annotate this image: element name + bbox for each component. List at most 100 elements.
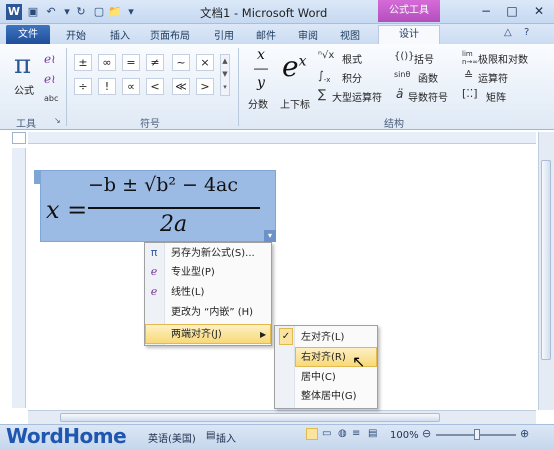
symbol-greater-than[interactable]: > (196, 78, 214, 95)
symbol-gallery-more-icon[interactable]: ▲ ▼ ▾ (220, 54, 230, 96)
submenu-arrow-icon: ▶ (260, 330, 267, 339)
collapse-ribbon-icon[interactable]: △ (504, 27, 512, 38)
undo-dropdown-icon[interactable]: ▾ (60, 5, 74, 19)
symbol-much-less[interactable]: ≪ (172, 78, 190, 95)
minimize-button[interactable]: − (474, 2, 498, 20)
customize-quick-access-icon[interactable]: ▾ (124, 5, 138, 19)
symbol-less-than[interactable]: < (146, 78, 164, 95)
checkmark-icon: ✓ (279, 328, 293, 345)
operator-icon[interactable]: ≙ (464, 69, 473, 82)
accent-icon[interactable]: ä (396, 87, 403, 101)
bracket-label[interactable]: 括号 (414, 51, 434, 66)
maximize-button[interactable]: □ (500, 2, 524, 20)
equation-button-label[interactable]: 公式 (14, 82, 34, 97)
equation-lhs: x = (46, 196, 88, 224)
radical-label[interactable]: 根式 (342, 51, 362, 66)
limit-label[interactable]: 极限和对数 (478, 51, 528, 66)
print-layout-view-icon[interactable] (306, 428, 318, 440)
insert-mode-status[interactable]: 插入 (216, 430, 236, 445)
tab-design[interactable]: 设计 (378, 25, 440, 45)
normal-text-icon[interactable]: abc (44, 94, 58, 103)
draft-view-icon[interactable]: ▤ (368, 428, 377, 439)
zoom-level[interactable]: 100% (390, 430, 419, 441)
integral-icon[interactable]: ∫-x (318, 69, 330, 84)
matrix-icon[interactable]: [⁚⁚] (462, 87, 478, 100)
vertical-scrollbar-thumb[interactable] (541, 160, 551, 360)
limit-icon[interactable]: lim n→∞ (462, 50, 478, 66)
tab-selector[interactable] (12, 132, 26, 144)
close-button[interactable]: ✕ (526, 2, 552, 20)
tab-references[interactable]: 引用 (214, 27, 234, 42)
bracket-icon[interactable]: {()} (394, 51, 415, 62)
symbol-factorial[interactable]: ! (98, 78, 116, 95)
symbol-equals[interactable]: = (122, 54, 140, 71)
integral-label[interactable]: 积分 (342, 70, 362, 85)
tab-file[interactable]: 文件 (6, 25, 50, 44)
help-icon[interactable]: ? (524, 27, 529, 38)
matrix-label[interactable]: 矩阵 (486, 89, 506, 104)
linear-format-icon[interactable]: ℯ≀ (44, 72, 56, 86)
tab-home[interactable]: 开始 (66, 27, 86, 42)
script-label[interactable]: 上下标 (280, 96, 310, 111)
equation-denominator: 2a (160, 212, 188, 237)
menu-item-change-to-inline[interactable]: 更改为 “内嵌” (H) (145, 303, 271, 322)
open-folder-icon[interactable]: 📁 (108, 5, 122, 19)
save-icon[interactable]: ▣ (26, 5, 40, 19)
equation-move-handle[interactable] (34, 170, 40, 184)
symbol-proportional[interactable]: ∝ (122, 78, 140, 95)
tab-review[interactable]: 审阅 (298, 27, 318, 42)
horizontal-ruler[interactable] (28, 132, 536, 144)
tools-dialog-launcher-icon[interactable]: ↘ (54, 116, 61, 125)
save-equation-icon: π (150, 246, 158, 259)
operator-label[interactable]: 运算符 (478, 70, 508, 85)
symbol-infinity[interactable]: ∞ (98, 54, 116, 71)
vertical-ruler[interactable] (12, 148, 26, 408)
menu-item-align-left[interactable]: ✓ 左对齐(L) (275, 328, 377, 347)
script-icon[interactable]: ex (282, 50, 306, 83)
document-check-icon[interactable]: ▤ (206, 430, 215, 441)
menu-item-linear[interactable]: ℯ 线性(L) (145, 283, 271, 302)
function-icon[interactable]: sinθ (394, 70, 410, 79)
tab-view[interactable]: 视图 (340, 27, 360, 42)
zoom-slider-thumb[interactable] (474, 429, 480, 440)
undo-icon[interactable]: ↶ (44, 5, 58, 19)
radical-icon[interactable]: ⁿ√x (318, 50, 334, 61)
symbol-tilde[interactable]: ~ (172, 54, 190, 71)
large-operator-label[interactable]: 大型运算符 (332, 89, 382, 104)
symbol-divide[interactable]: ÷ (74, 78, 92, 95)
equation-tools-context-label: 公式工具 (378, 0, 440, 22)
large-operator-icon[interactable]: ∑ (318, 87, 326, 101)
new-document-icon[interactable]: ▢ (92, 5, 106, 19)
symbol-not-equal[interactable]: ≠ (146, 54, 164, 71)
fraction-icon[interactable]: x ― y (254, 48, 268, 90)
menu-item-label: 专业型(P) (171, 267, 215, 278)
tab-page-layout[interactable]: 页面布局 (150, 27, 190, 42)
full-screen-reading-view-icon[interactable]: ▭ (322, 428, 331, 439)
symbol-times[interactable]: × (196, 54, 214, 71)
menu-item-save-as-new-equation[interactable]: π 另存为新公式(S)... (145, 244, 271, 263)
tools-group-label: 工具 (16, 119, 36, 130)
menu-item-label: 更改为 “内嵌” (H) (171, 307, 254, 318)
tab-insert[interactable]: 插入 (110, 27, 130, 42)
menu-item-center-as-group[interactable]: 整体居中(G) (275, 387, 377, 406)
word-app-icon[interactable]: W (6, 4, 22, 20)
redo-icon[interactable]: ↻ (74, 5, 88, 19)
menu-item-justification[interactable]: 两端对齐(J) ▶ (145, 324, 271, 344)
language-status[interactable]: 英语(美国) (148, 430, 196, 445)
menu-item-label: 整体居中(G) (301, 391, 357, 402)
web-layout-view-icon[interactable]: ◍ (338, 428, 347, 439)
menu-item-professional[interactable]: ℯ 专业型(P) (145, 263, 271, 282)
equation-options-dropdown-icon[interactable]: ▾ (264, 230, 276, 242)
function-label[interactable]: 函数 (418, 70, 438, 85)
horizontal-scrollbar-thumb[interactable] (60, 413, 440, 422)
zoom-out-icon[interactable]: ⊖ (422, 427, 431, 440)
equation-pi-icon[interactable]: π (14, 50, 31, 80)
zoom-in-icon[interactable]: ⊕ (520, 427, 529, 440)
accent-label[interactable]: 导数符号 (408, 89, 448, 104)
professional-format-icon[interactable]: ℯ≀ (44, 52, 56, 66)
tab-mailings[interactable]: 邮件 (256, 27, 276, 42)
fraction-label[interactable]: 分数 (248, 96, 268, 111)
menu-item-label: 右对齐(R) (301, 352, 346, 363)
symbol-plus-minus[interactable]: ± (74, 54, 92, 71)
outline-view-icon[interactable]: ≡ (352, 428, 360, 439)
